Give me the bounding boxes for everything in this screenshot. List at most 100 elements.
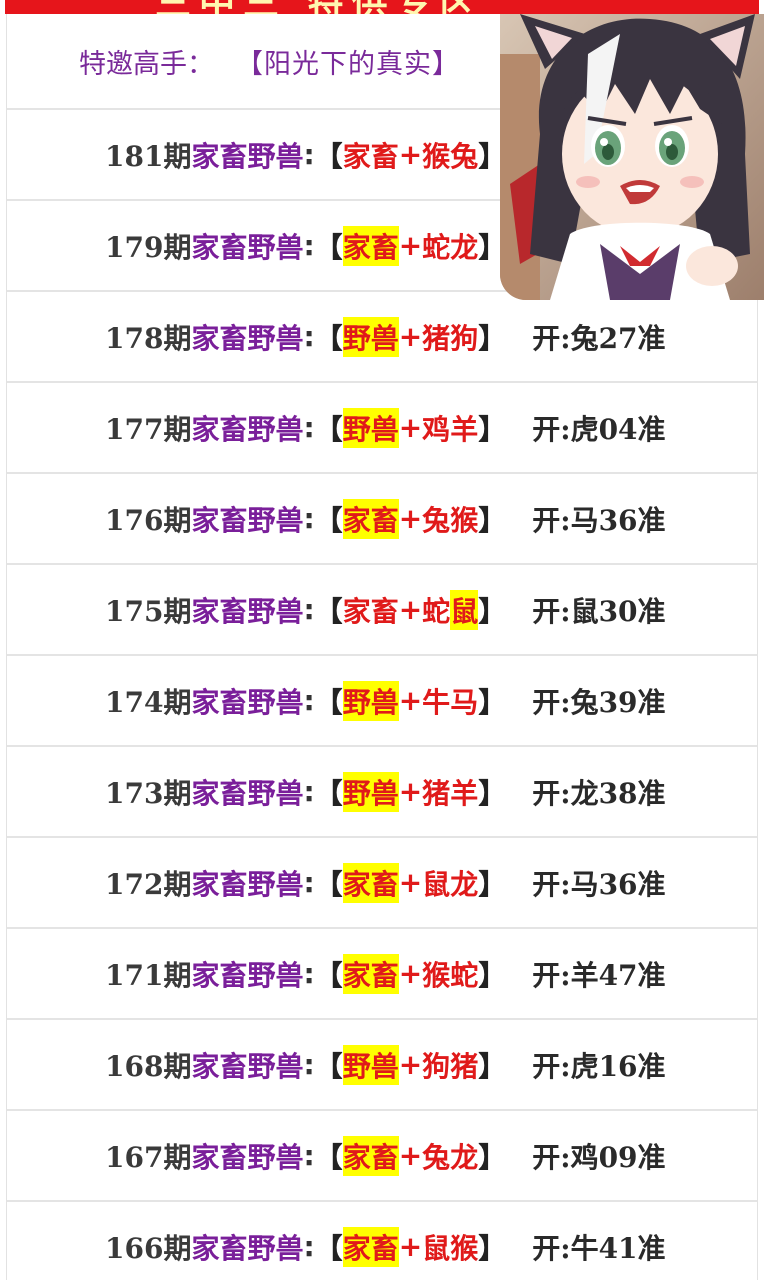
animal-label: 羊 — [450, 412, 479, 446]
colon-separator: : — [303, 320, 315, 353]
table-row[interactable]: 166期 家畜野兽: 【家畜 + 鼠猴】开:牛41准 — [7, 1202, 757, 1280]
group-label: 家畜 — [342, 225, 399, 266]
issue-number: 175期 — [105, 594, 192, 628]
table-row[interactable]: 171期 家畜野兽: 【家畜 + 猴蛇】开:羊47准 — [7, 929, 757, 1020]
animal-label: 猴 — [422, 958, 451, 992]
topic-label: 家畜野兽 — [191, 412, 304, 446]
animal-label: 狗 — [450, 321, 479, 355]
result-suffix: 准 — [637, 1049, 666, 1083]
table-row[interactable]: 168期 家畜野兽: 【野兽 + 狗猪】开:虎16准 — [7, 1020, 757, 1111]
table-row[interactable]: 178期 家畜野兽: 【野兽 + 猪狗】开:兔27准 — [7, 292, 757, 383]
page: 三中三 特供专区 特邀高手： 【阳光下的真实】 181期家畜野兽:【家畜+猴兔】… — [0, 0, 764, 1280]
colon-separator: : — [303, 775, 315, 808]
result-suffix: 准 — [637, 594, 666, 628]
animal-label: 龙 — [450, 867, 479, 901]
animal-label: 蛇 — [422, 230, 451, 264]
bracket-close: 】 — [478, 412, 507, 446]
issue-number: 178期 — [105, 321, 192, 355]
plus-sign: + — [398, 957, 423, 990]
plus-sign: + — [398, 138, 423, 171]
plus-sign: + — [398, 411, 423, 444]
result-prefix: 开: — [532, 958, 571, 992]
table-row[interactable]: 175期 家畜野兽: 【家畜 + 蛇鼠】开:鼠30准 — [7, 565, 757, 656]
result-prefix: 开: — [532, 1231, 571, 1265]
group-label: 家畜 — [342, 1135, 399, 1176]
result-value: 兔39 — [570, 685, 638, 719]
result-prefix: 开: — [532, 776, 571, 810]
topic-label: 家畜野兽 — [191, 1231, 304, 1265]
colon-separator: : — [303, 1230, 315, 1263]
result-value: 虎16 — [570, 1049, 638, 1083]
topic-label: 家畜野兽 — [191, 230, 304, 264]
bracket-open: 【 — [314, 594, 343, 628]
result-prefix: 开: — [532, 503, 571, 537]
plus-sign: + — [398, 1048, 423, 1081]
bracket-close: 】 — [478, 594, 507, 628]
animal-label: 鼠 — [422, 867, 451, 901]
colon-separator: : — [303, 138, 315, 171]
result-text: 开:鼠30准 — [532, 590, 665, 630]
animal-label: 鼠 — [450, 589, 479, 630]
result-prefix: 开: — [532, 594, 571, 628]
animal-label: 羊 — [450, 776, 479, 810]
plus-sign: + — [398, 866, 423, 899]
issue-number: 172期 — [105, 867, 192, 901]
table-row[interactable]: 177期 家畜野兽: 【野兽 + 鸡羊】开:虎04准 — [7, 383, 757, 474]
animal-label: 鼠 — [422, 1231, 451, 1265]
issue-number: 181期 — [105, 139, 192, 173]
result-value: 兔27 — [570, 321, 638, 355]
result-value: 鸡09 — [570, 1140, 638, 1174]
bracket-close: 】 — [478, 776, 507, 810]
issue-number: 177期 — [105, 412, 192, 446]
topic-label: 家畜野兽 — [191, 776, 304, 810]
result-suffix: 准 — [637, 685, 666, 719]
table-row[interactable]: 173期 家畜野兽: 【野兽 + 猪羊】开:龙38准 — [7, 747, 757, 838]
animal-label: 猪 — [422, 776, 451, 810]
animal-label: 狗 — [422, 1049, 451, 1083]
animal-label: 猴 — [450, 1231, 479, 1265]
animal-label: 鸡 — [422, 412, 451, 446]
plus-sign: + — [398, 502, 423, 535]
result-text: 开:虎04准 — [532, 408, 665, 448]
result-prefix: 开: — [532, 412, 571, 446]
guest-name[interactable]: 【阳光下的真实】 — [236, 42, 460, 81]
result-value: 马36 — [570, 867, 638, 901]
result-suffix: 准 — [637, 503, 666, 537]
animal-label: 马 — [450, 685, 479, 719]
table-row[interactable]: 167期 家畜野兽: 【家畜 + 兔龙】开:鸡09准 — [7, 1111, 757, 1202]
topic-label: 家畜野兽 — [191, 685, 304, 719]
result-suffix: 准 — [637, 867, 666, 901]
bracket-close: 】 — [478, 1049, 507, 1083]
animal-label: 兔 — [422, 1140, 451, 1174]
result-suffix: 准 — [637, 776, 666, 810]
result-text: 开:马36准 — [532, 499, 665, 539]
banner-title: 三中三 特供专区 — [155, 0, 484, 14]
table-row[interactable]: 174期 家畜野兽: 【野兽 + 牛马】开:兔39准 — [7, 656, 757, 747]
result-suffix: 准 — [637, 412, 666, 446]
result-prefix: 开: — [532, 1140, 571, 1174]
bracket-close: 】 — [478, 685, 507, 719]
colon-separator: : — [303, 1048, 315, 1081]
result-value: 虎04 — [570, 412, 638, 446]
topic-label: 家畜野兽 — [191, 867, 304, 901]
plus-sign: + — [398, 684, 423, 717]
colon-separator: : — [303, 411, 315, 444]
plus-sign: + — [398, 229, 423, 262]
group-label: 野兽 — [342, 316, 399, 357]
bracket-open: 【 — [314, 1140, 343, 1174]
result-text: 开:牛41准 — [532, 1227, 665, 1267]
animal-label: 猪 — [422, 321, 451, 355]
issue-number: 167期 — [105, 1140, 192, 1174]
plus-sign: + — [398, 1139, 423, 1172]
issue-number: 174期 — [105, 685, 192, 719]
table-row[interactable]: 172期 家畜野兽: 【家畜 + 鼠龙】开:马36准 — [7, 838, 757, 929]
result-suffix: 准 — [637, 1231, 666, 1265]
topic-label: 家畜野兽 — [191, 1140, 304, 1174]
plus-sign: + — [398, 775, 423, 808]
group-label: 家畜 — [342, 953, 399, 994]
result-value: 马36 — [570, 503, 638, 537]
result-value: 牛41 — [570, 1231, 638, 1265]
anime-girl-icon — [500, 14, 764, 300]
group-label: 野兽 — [342, 771, 399, 812]
table-row[interactable]: 176期 家畜野兽: 【家畜 + 兔猴】开:马36准 — [7, 474, 757, 565]
